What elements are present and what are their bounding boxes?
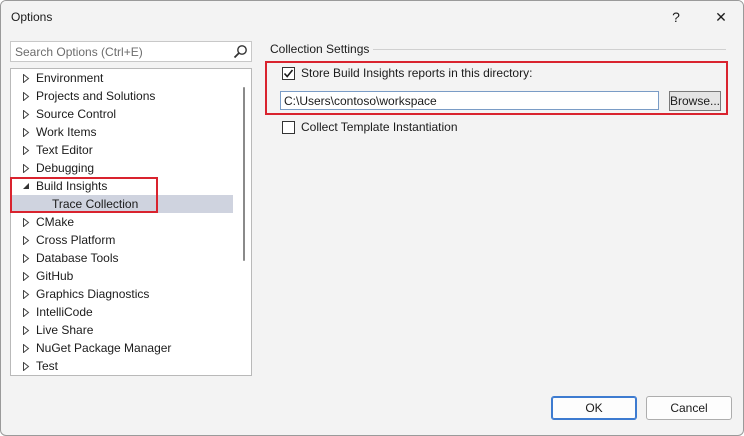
directory-input[interactable] [281,92,658,109]
tree-item-label: Database Tools [36,251,119,265]
collect-templates-checkbox[interactable] [282,120,295,134]
tree-item-label: Test [36,359,59,373]
tree-item-graphics-diagnostics[interactable]: Graphics Diagnostics [11,285,233,303]
tree-item-label: GitHub [36,269,74,283]
expand-arrow-icon[interactable] [20,123,32,141]
tree-item-label: Work Items [36,125,97,139]
help-button[interactable]: ? [653,1,699,33]
tree-scroll-thumb[interactable] [243,87,245,261]
tree-item-nuget-package-manager[interactable]: NuGet Package Manager [11,339,233,357]
options-tree: Environment Projects and Solutions Source … [10,68,252,376]
expand-arrow-icon[interactable] [20,285,32,303]
tree-item-label: CMake [36,215,75,229]
tree-item-label: Cross Platform [36,233,116,247]
tree-item-text-editor[interactable]: Text Editor [11,141,233,159]
search-input[interactable] [11,42,231,61]
tree-item-database-tools[interactable]: Database Tools [11,249,233,267]
checkmark-icon [283,68,294,78]
tree-item-label: Live Share [36,323,94,337]
collection-settings-title: Collection Settings [270,42,374,56]
tree-item-live-share[interactable]: Live Share [11,321,233,339]
expand-arrow-icon[interactable] [20,159,32,177]
expand-arrow-icon[interactable] [20,339,32,357]
expand-arrow-icon[interactable] [20,357,32,375]
collapse-arrow-icon[interactable] [20,177,32,195]
store-reports-option[interactable]: Store Build Insights reports in this dir… [282,66,532,80]
directory-field [280,91,659,110]
expand-arrow-icon[interactable] [20,69,32,87]
search-icon[interactable] [233,44,248,59]
options-dialog: Options ? ✕ Environment Projects and Solu… [0,0,744,436]
tree-item-label: Text Editor [36,143,93,157]
expand-arrow-icon[interactable] [20,141,32,159]
tree-item-label: IntelliCode [36,305,93,319]
expand-arrow-icon[interactable] [20,321,32,339]
tree-item-debugging[interactable]: Debugging [11,159,233,177]
browse-button[interactable]: Browse... [669,91,721,111]
title-bar: Options ? ✕ [1,1,743,34]
expand-arrow-icon[interactable] [20,249,32,267]
tree-item-cross-platform[interactable]: Cross Platform [11,231,233,249]
expand-arrow-icon[interactable] [20,213,32,231]
tree-item-label: Trace Collection [52,197,139,211]
tree-item-label: Projects and Solutions [36,89,156,103]
ok-button[interactable]: OK [551,396,637,420]
window-title: Options [11,10,53,24]
cancel-button[interactable]: Cancel [646,396,732,420]
tree-item-label: Build Insights [36,179,108,193]
expand-arrow-icon[interactable] [20,105,32,123]
search-box [10,41,252,62]
tree-item-source-control[interactable]: Source Control [11,105,233,123]
store-reports-label: Store Build Insights reports in this dir… [301,66,533,80]
tree-item-intellicode[interactable]: IntelliCode [11,303,233,321]
tree-item-label: Graphics Diagnostics [36,287,150,301]
tree-item-trace-collection[interactable]: Trace Collection [11,195,233,213]
tree-item-label: Debugging [36,161,95,175]
expand-arrow-icon[interactable] [20,231,32,249]
tree-scrollbar[interactable] [238,71,250,373]
tree-item-environment[interactable]: Environment [11,69,233,87]
store-reports-checkbox[interactable] [282,66,295,80]
expand-arrow-icon[interactable] [20,87,32,105]
tree-item-work-items[interactable]: Work Items [11,123,233,141]
group-divider [373,49,726,50]
tree-item-label: Environment [36,71,104,85]
tree-item-test[interactable]: Test [11,357,233,375]
tree-item-projects-and-solutions[interactable]: Projects and Solutions [11,87,233,105]
tree-item-github[interactable]: GitHub [11,267,233,285]
close-button[interactable]: ✕ [698,1,743,33]
collect-templates-option[interactable]: Collect Template Instantiation [282,120,458,134]
tree-item-build-insights[interactable]: Build Insights [11,177,233,195]
tree-item-label: NuGet Package Manager [36,341,172,355]
collect-templates-label: Collect Template Instantiation [301,120,458,134]
expand-arrow-icon[interactable] [20,267,32,285]
tree-item-label: Source Control [36,107,117,121]
expand-arrow-icon[interactable] [20,303,32,321]
tree-item-cmake[interactable]: CMake [11,213,233,231]
